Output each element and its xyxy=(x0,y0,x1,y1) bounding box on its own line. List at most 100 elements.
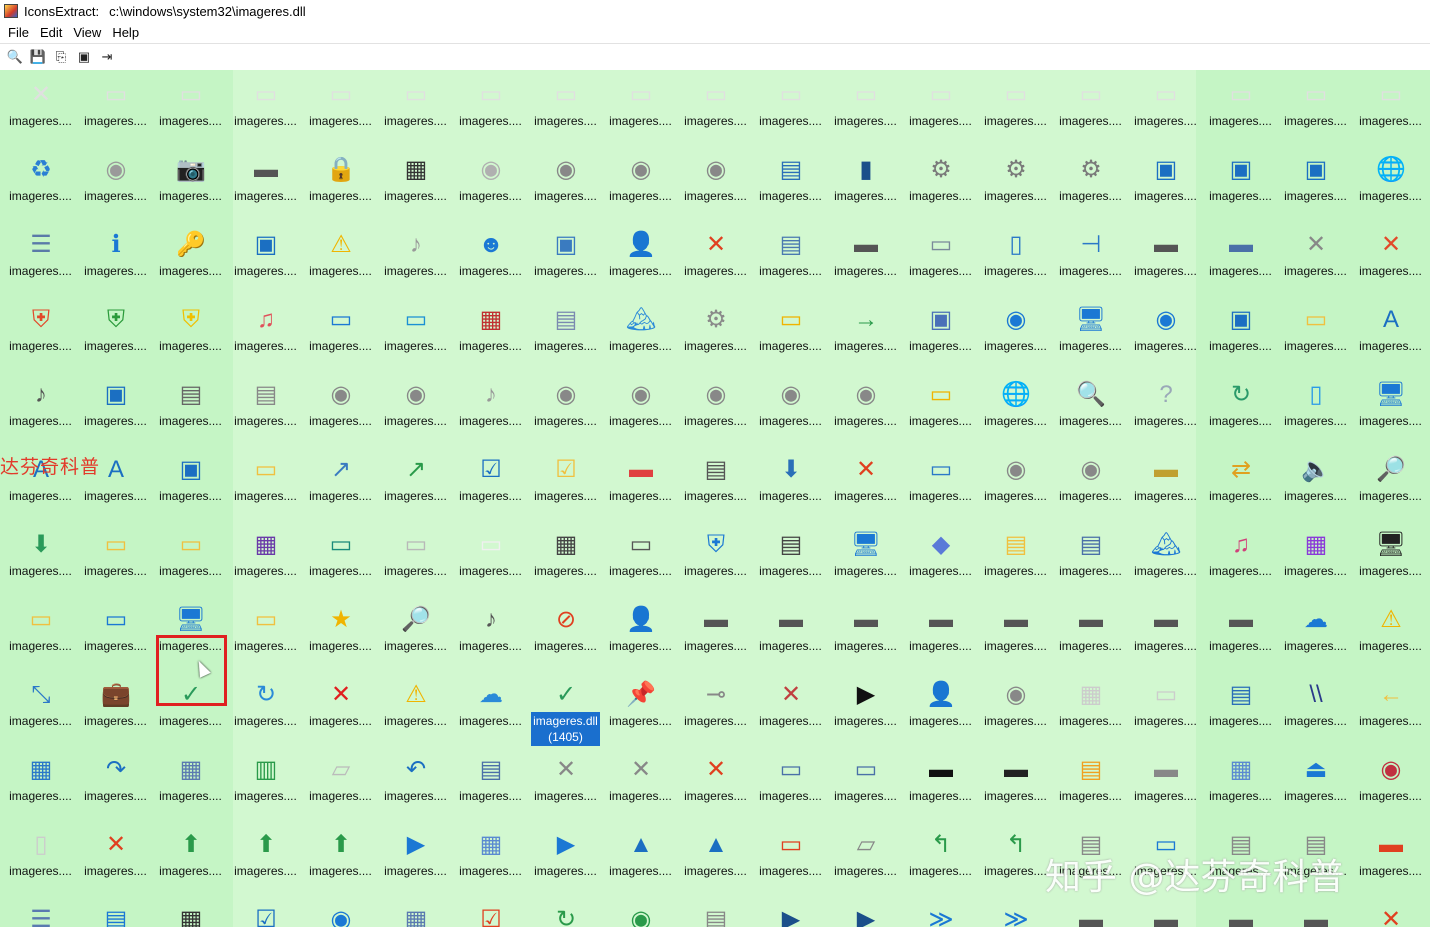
icon-item[interactable]: ▭ imageres.... xyxy=(903,215,978,290)
icon-item[interactable]: ⚙ imageres.... xyxy=(678,290,753,365)
icon-item[interactable]: ◉ imageres.... xyxy=(678,365,753,440)
icon-item[interactable]: ▭ imageres.... xyxy=(453,515,528,590)
icon-item[interactable]: ▬ imageres.... xyxy=(828,590,903,665)
icon-item[interactable]: ✕imageres.... xyxy=(678,740,753,815)
icon-item[interactable]: ▤imageres.... xyxy=(753,515,828,590)
icon-item[interactable]: 📷 imageres.... xyxy=(153,140,228,215)
icon-item[interactable]: ▭ imageres.... xyxy=(903,70,978,140)
icon-item[interactable]: ▬ imageres.... xyxy=(903,740,978,815)
icon-item[interactable]: ▦imageres.... xyxy=(378,140,453,215)
icon-item[interactable]: ♫ imageres.... xyxy=(228,290,303,365)
icon-item[interactable]: ✕imageres.... xyxy=(828,440,903,515)
icon-item[interactable]: ≫imageres.... xyxy=(903,890,978,927)
icon-item[interactable]: ✕imageres.... xyxy=(1278,215,1353,290)
icon-item[interactable]: ↗ imageres.... xyxy=(378,440,453,515)
icon-item[interactable]: ↰ imageres.... xyxy=(978,815,1053,890)
icon-item[interactable]: ▭ imageres.... xyxy=(603,70,678,140)
icon-item[interactable]: ✕imageres.... xyxy=(678,215,753,290)
icon-item[interactable]: ▱ imageres.... xyxy=(828,815,903,890)
icon-item[interactable]: ♻ imageres.... xyxy=(3,140,78,215)
icon-item[interactable]: 🔈 imageres.... xyxy=(1278,440,1353,515)
icon-item[interactable]: ⬇ imageres.... xyxy=(3,515,78,590)
icon-item[interactable]: 👤 imageres.... xyxy=(603,215,678,290)
copy-icon[interactable]: ⎘ xyxy=(53,49,69,65)
icon-item[interactable]: ☰imageres.... xyxy=(3,215,78,290)
icon-item[interactable]: ▭ imageres.... xyxy=(78,70,153,140)
menu-help[interactable]: Help xyxy=(112,25,139,40)
icon-item[interactable]: ↻ imageres.... xyxy=(228,665,303,740)
icon-item[interactable]: ☻ imageres.... xyxy=(453,215,528,290)
icon-item[interactable]: ☑imageres.... xyxy=(228,890,303,927)
icon-item[interactable]: ✕imageres.... xyxy=(603,740,678,815)
icon-item[interactable]: ▬ imageres.... xyxy=(1128,440,1203,515)
icon-item[interactable]: ▦imageres.... xyxy=(453,815,528,890)
icon-item[interactable]: 🌐 imageres.... xyxy=(1353,140,1428,215)
icon-item[interactable]: ▶imageres.... xyxy=(753,890,828,927)
icon-item[interactable]: ▦imageres.... xyxy=(153,890,228,927)
icon-item[interactable]: ◉ imageres.... xyxy=(978,665,1053,740)
icon-item[interactable]: ▣ imageres.... xyxy=(903,290,978,365)
icon-item[interactable]: ☑imageres.... xyxy=(528,440,603,515)
icon-item[interactable]: 🔎 imageres.... xyxy=(1353,440,1428,515)
icon-item[interactable]: ▣ imageres.... xyxy=(153,440,228,515)
icon-item[interactable]: ▶imageres.... xyxy=(528,815,603,890)
icon-item[interactable]: ⚠ imageres.... xyxy=(303,215,378,290)
icon-item[interactable]: ⚙ imageres.... xyxy=(1053,140,1128,215)
icon-item[interactable]: ▭ imageres.... xyxy=(228,70,303,140)
icon-item[interactable]: ◉ imageres.... xyxy=(528,365,603,440)
icon-item[interactable]: ◉ imageres.... xyxy=(678,140,753,215)
icon-item[interactable]: ♪ imageres.... xyxy=(3,365,78,440)
icon-item[interactable]: ▭ imageres.... xyxy=(78,515,153,590)
icon-item[interactable]: ▭ imageres.... xyxy=(303,290,378,365)
icon-item[interactable]: ▭ imageres.... xyxy=(303,515,378,590)
icon-item[interactable]: 🏔 imageres.... xyxy=(603,290,678,365)
icon-item[interactable]: ▤imageres.... xyxy=(153,365,228,440)
icon-item[interactable]: 🖥 imageres.... xyxy=(1053,290,1128,365)
icon-item[interactable]: ▭ imageres.... xyxy=(153,70,228,140)
icon-item[interactable]: ▦imageres.... xyxy=(1203,740,1278,815)
icon-item[interactable]: ✕imageres.... xyxy=(1353,215,1428,290)
icon-item[interactable]: ▭ imageres.... xyxy=(528,70,603,140)
icon-item[interactable]: ▣ imageres.... xyxy=(1128,140,1203,215)
icon-item[interactable]: ⛨ imageres.... xyxy=(153,290,228,365)
icon-item[interactable]: ▬ imageres.... xyxy=(1128,740,1203,815)
icon-item[interactable]: ▦imageres.... xyxy=(153,740,228,815)
icon-item[interactable]: ✕imageres.... xyxy=(78,815,153,890)
icon-item[interactable]: ⬆ imageres.... xyxy=(153,815,228,890)
icon-item[interactable]: ▭ imageres.... xyxy=(228,590,303,665)
icon-item[interactable]: ▤imageres.... xyxy=(678,890,753,927)
icon-grid[interactable]: ✕ imageres.... ▭ imageres.... ▭ imageres.... ▭… xyxy=(0,70,1430,927)
icon-item[interactable]: ▣ imageres.... xyxy=(528,215,603,290)
icon-item[interactable]: ▲ imageres.... xyxy=(603,815,678,890)
icon-item[interactable]: ↰ imageres.... xyxy=(903,815,978,890)
save-icon[interactable]: 💾 xyxy=(30,49,46,65)
icon-item[interactable]: ▦imageres.... xyxy=(228,515,303,590)
icon-item[interactable]: ▯ imageres.... xyxy=(3,815,78,890)
icon-item[interactable]: ☑imageres.... xyxy=(453,890,528,927)
icon-item[interactable]: ▬ imageres.... xyxy=(1128,590,1203,665)
icon-item[interactable]: ✕imageres.... xyxy=(1353,890,1428,927)
icon-item[interactable]: ⇄ imageres.... xyxy=(1203,440,1278,515)
icon-item[interactable]: ▣ imageres.... xyxy=(78,365,153,440)
icon-item[interactable]: ☰imageres.... xyxy=(3,890,78,927)
icon-item[interactable]: ↶ imageres.... xyxy=(378,740,453,815)
icon-item[interactable]: ◉ imageres.... xyxy=(978,440,1053,515)
icon-item[interactable]: ▯ imageres.... xyxy=(978,215,1053,290)
icon-item[interactable]: ◉ imageres.... xyxy=(978,290,1053,365)
icon-item[interactable]: 👤 imageres.... xyxy=(603,590,678,665)
icon-item[interactable]: ◉ imageres.... xyxy=(1053,440,1128,515)
icon-item[interactable]: ▯ imageres.... xyxy=(1278,365,1353,440)
icon-item[interactable]: ⊸ imageres.... xyxy=(678,665,753,740)
icon-item[interactable]: ▭ imageres.... xyxy=(1128,665,1203,740)
icon-item[interactable]: ▶imageres.... xyxy=(828,890,903,927)
icon-item[interactable]: 🖥 imageres.... xyxy=(1353,365,1428,440)
icon-item[interactable]: ✕imageres.... xyxy=(3,70,78,140)
icon-item[interactable]: ⚙ imageres.... xyxy=(978,140,1053,215)
icon-item[interactable]: 🖥 imageres.... xyxy=(828,515,903,590)
icon-item[interactable]: ▭ imageres.... xyxy=(828,70,903,140)
icon-item[interactable]: 💼 imageres.... xyxy=(78,665,153,740)
icon-item[interactable]: ℹ imageres.... xyxy=(78,215,153,290)
icon-item[interactable]: ◉ imageres.... xyxy=(603,140,678,215)
icon-item[interactable]: ▭ imageres.... xyxy=(153,515,228,590)
icon-item[interactable]: ⛨ imageres.... xyxy=(78,290,153,365)
